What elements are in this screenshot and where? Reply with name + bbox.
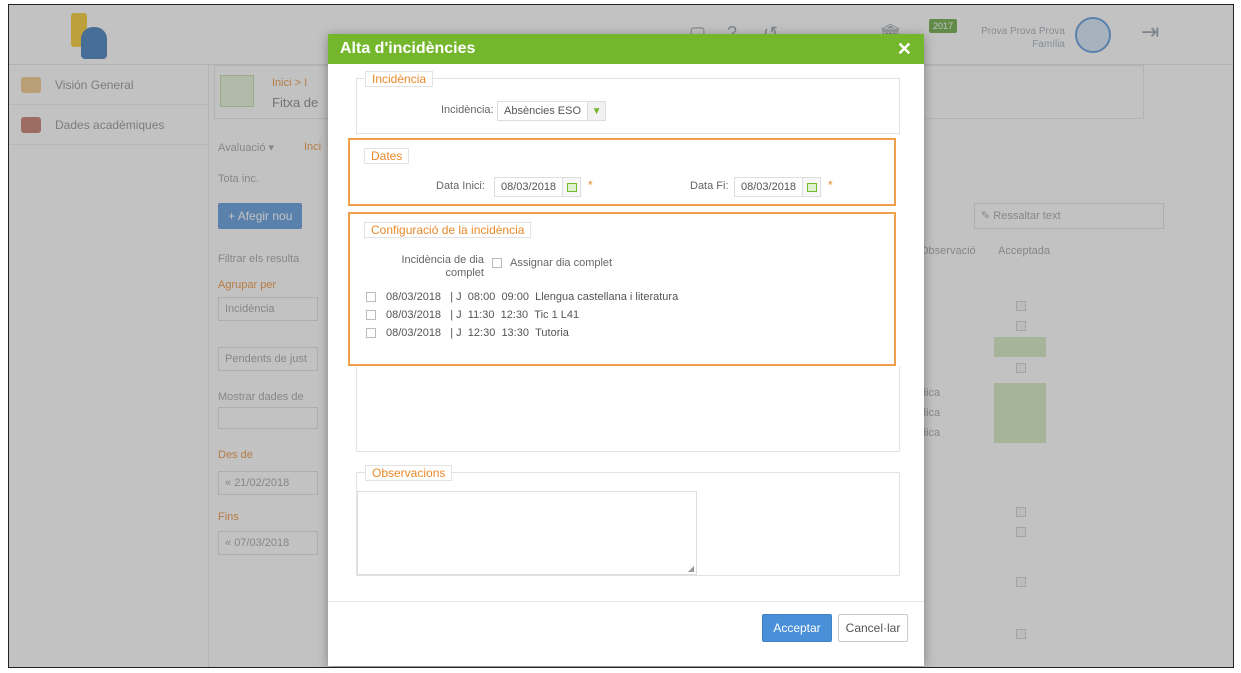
calendar-icon[interactable] [802,178,821,196]
start-date-value: 08/03/2018 [501,181,557,193]
dialog-footer-divider [328,601,924,602]
cancel-button[interactable]: Cancel·lar [838,614,908,642]
assign-full-day-label: Assignar dia complet [510,257,613,269]
end-date-label: Data Fi: [690,180,729,192]
app-window: ▢ ? ↺ 🏛 2017 Prova Prova Prova Família ⇥… [8,4,1234,668]
incidencia-select[interactable]: Absències ESO ▼ [497,101,607,121]
observations-fieldset: Observacions ◢ [356,465,900,576]
incidencia-label: Incidència: [441,104,494,116]
session-checkbox[interactable] [366,310,376,320]
observations-textarea[interactable]: ◢ [357,491,697,575]
resize-grip-icon[interactable]: ◢ [688,564,694,573]
close-icon[interactable]: ✕ [897,39,912,60]
calendar-icon[interactable] [562,178,581,196]
dates-fieldset: Dates Data Inici: 08/03/2018 * Data Fi: … [348,138,896,206]
config-fieldset: Configuració de la incidència Incidència… [348,212,896,366]
config-fieldset-extension [356,366,900,452]
incidencia-select-value: Absències ESO [504,105,582,117]
dialog-header: Alta d'incidències ✕ [328,34,924,64]
start-date-label: Data Inici: [436,180,485,192]
dialog-title: Alta d'incidències [340,40,476,57]
assign-full-day-checkbox[interactable] [492,258,502,268]
end-date-value: 08/03/2018 [741,181,797,193]
chevron-down-icon[interactable]: ▼ [587,102,606,120]
required-mark: * [828,178,833,192]
incidencia-fieldset: Incidència Incidència: Absències ESO ▼ [356,71,900,134]
incidence-dialog: Alta d'incidències ✕ Incidència Incidènc… [328,34,924,666]
session-row: 08/03/2018 | J 11:30 12:30 Tic 1 L41 [386,309,580,321]
session-checkbox[interactable] [366,328,376,338]
config-legend: Configuració de la incidència [364,222,532,238]
required-mark: * [588,178,593,192]
full-day-label: Incidència de dia complet [401,254,484,279]
session-checkbox[interactable] [366,292,376,302]
session-row: 08/03/2018 | J 12:30 13:30 Tutoria [386,327,569,339]
session-row: 08/03/2018 | J 08:00 09:00 Llengua caste… [386,291,679,303]
dates-legend: Dates [364,148,410,164]
start-date-input[interactable]: 08/03/2018 [494,177,582,197]
accept-button[interactable]: Acceptar [762,614,832,642]
incidencia-legend: Incidència [365,71,434,87]
end-date-input[interactable]: 08/03/2018 [734,177,822,197]
observations-legend: Observacions [365,465,453,481]
